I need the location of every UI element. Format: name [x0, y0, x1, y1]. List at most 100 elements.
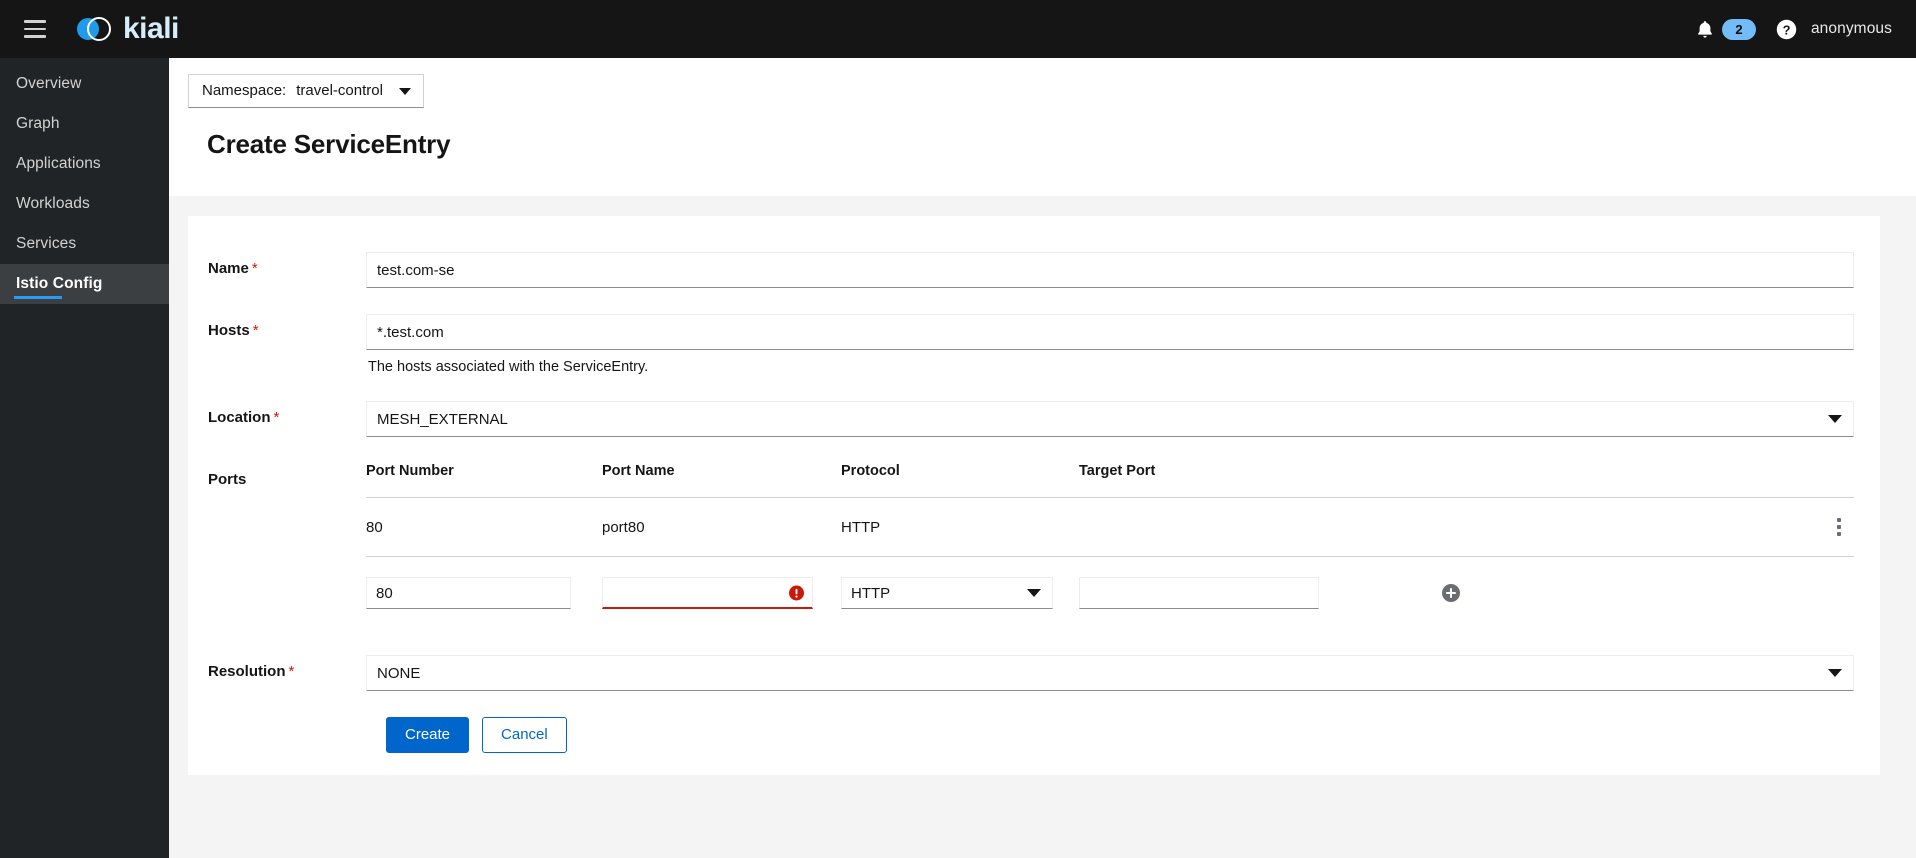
kebab-dot — [1837, 518, 1841, 522]
sidebar-item-label: Istio Config — [16, 275, 103, 292]
ports-table-area: Port Number Port Name Protocol Target Po… — [366, 463, 1880, 629]
header-spacer — [188, 160, 1916, 182]
hosts-label: Hosts * — [188, 314, 366, 339]
svg-text:?: ? — [1783, 22, 1791, 37]
form-row-name: Name * — [188, 252, 1880, 288]
col-header-port-name: Port Name — [602, 463, 675, 479]
form-row-location: Location * MESH_EXTERNAL — [188, 401, 1880, 437]
sidebar-item-graph[interactable]: Graph — [0, 104, 169, 144]
cell-port-number: 80 — [366, 497, 602, 557]
sidebar-item-applications[interactable]: Applications — [0, 144, 169, 184]
name-label-text: Name — [208, 260, 249, 277]
page-header: Namespace: travel-control Create Service… — [169, 58, 1916, 196]
notifications-button[interactable]: 2 — [1696, 18, 1756, 40]
sidebar-item-label: Overview — [16, 75, 82, 92]
table-row: 80 port80 HTTP — [366, 497, 1854, 557]
kebab-dot — [1837, 532, 1841, 536]
user-menu[interactable]: anonymous — [1811, 20, 1892, 38]
masthead: kiali 2 ? anonymous — [0, 0, 1916, 58]
hamburger-menu-icon[interactable] — [14, 8, 56, 50]
add-port-button[interactable] — [1439, 581, 1463, 605]
hamburger-bar — [24, 35, 46, 38]
cell-new-port-number — [366, 556, 602, 629]
location-field-wrap: MESH_EXTERNAL — [366, 401, 1880, 437]
create-button[interactable]: Create — [386, 717, 470, 753]
new-target-port-input[interactable] — [1079, 577, 1319, 609]
content-area: Name* Hosts* The hosts associa — [169, 196, 1916, 858]
form-row-hosts: Hosts* The hosts associated with the Ser… — [188, 314, 1880, 375]
main-content: Namespace: travel-control Create Service… — [169, 58, 1916, 858]
page-title: Create ServiceEntry — [207, 129, 451, 159]
brand[interactable]: kiali — [74, 14, 179, 44]
sidebar-item-label: Workloads — [16, 195, 90, 212]
cell-actions — [1439, 497, 1854, 557]
col-header-target-port: Target Port — [1079, 463, 1156, 479]
resolution-select[interactable]: NONE — [366, 655, 1854, 691]
sidebar-item-label: Graph — [16, 115, 60, 132]
cell-new-port-name — [602, 556, 841, 629]
sidebar-item-label: Services — [16, 235, 77, 252]
kebab-dot — [1837, 525, 1841, 529]
cell-new-actions — [1439, 556, 1854, 629]
required-marker: * — [252, 322, 259, 339]
ports-header-row: Port Number Port Name Protocol Target Po… — [366, 463, 1854, 498]
name-label: Name * — [188, 252, 366, 277]
col-header-actions — [1439, 463, 1854, 498]
required-marker: * — [288, 663, 295, 680]
new-protocol-select-wrap: HTTP — [841, 577, 1053, 609]
ports-label: Ports — [188, 463, 366, 488]
kiali-logo-icon — [77, 17, 111, 41]
help-icon[interactable]: ? — [1776, 19, 1797, 40]
form-row-ports: Ports Port Number Port Name Protocol Tar… — [188, 463, 1880, 629]
notifications-badge: 2 — [1721, 18, 1756, 40]
cell-new-target-port — [1079, 556, 1439, 629]
hamburger-bar — [24, 27, 46, 31]
bell-icon — [1698, 20, 1712, 38]
form-row-resolution: Resolution * NONE — [188, 655, 1880, 691]
new-port-number-input[interactable] — [366, 577, 571, 609]
resolution-field-wrap: NONE — [366, 655, 1880, 691]
hosts-input[interactable] — [366, 314, 1854, 350]
sidebar-item-istio-config[interactable]: Istio Config — [0, 264, 169, 304]
location-label-text: Location — [208, 409, 271, 426]
name-field-wrap — [366, 252, 1880, 288]
help-and-user: ? anonymous — [1776, 19, 1892, 40]
sidebar-item-services[interactable]: Services — [0, 224, 169, 264]
sidebar-item-label: Applications — [16, 155, 101, 172]
row-kebab-menu-icon[interactable] — [1824, 512, 1854, 542]
col-header-protocol: Protocol — [841, 463, 900, 479]
ports-table-body: 80 port80 HTTP 80 HTTP — [366, 497, 1854, 629]
name-input[interactable] — [366, 252, 1854, 288]
new-port-name-wrap — [602, 577, 813, 609]
masthead-actions: 2 ? anonymous — [1696, 18, 1892, 40]
cell-new-protocol: HTTP — [841, 556, 1079, 629]
kiali-app: kiali 2 ? anonymous Overview Graph Appli… — [0, 0, 1916, 858]
sidebar-item-workloads[interactable]: Workloads — [0, 184, 169, 224]
ports-table: Port Number Port Name Protocol Target Po… — [366, 463, 1854, 629]
location-select[interactable]: MESH_EXTERNAL — [366, 401, 1854, 437]
required-marker: * — [251, 260, 258, 277]
sidebar-nav: Overview Graph Applications Workloads Se… — [0, 58, 169, 858]
cell-port-name: port80 — [602, 497, 841, 557]
cell-target-port — [1079, 497, 1439, 557]
hosts-label-text: Hosts — [208, 322, 250, 339]
hosts-field-wrap: The hosts associated with the ServiceEnt… — [366, 314, 1880, 375]
col-header-port-number: Port Number — [366, 463, 454, 479]
new-protocol-value: HTTP — [851, 584, 891, 602]
namespace-label: Namespace: — [202, 82, 287, 99]
cancel-button[interactable]: Cancel — [482, 717, 567, 753]
hamburger-bar — [24, 20, 46, 23]
sidebar-item-overview[interactable]: Overview — [0, 64, 169, 104]
location-select-wrap: MESH_EXTERNAL — [366, 401, 1854, 437]
form-actions: Create Cancel — [188, 717, 1880, 753]
ports-table-head: Port Number Port Name Protocol Target Po… — [366, 463, 1854, 498]
location-label: Location * — [188, 401, 366, 426]
resolution-select-wrap: NONE — [366, 655, 1854, 691]
hosts-helper-text: The hosts associated with the ServiceEnt… — [368, 359, 649, 375]
new-port-name-input[interactable] — [602, 577, 813, 609]
resolution-label-text: Resolution — [208, 663, 286, 680]
resolution-label: Resolution * — [188, 655, 366, 680]
namespace-value: travel-control — [296, 82, 383, 99]
namespace-selector[interactable]: Namespace: travel-control — [188, 74, 424, 108]
new-protocol-select[interactable]: HTTP — [841, 577, 1053, 609]
